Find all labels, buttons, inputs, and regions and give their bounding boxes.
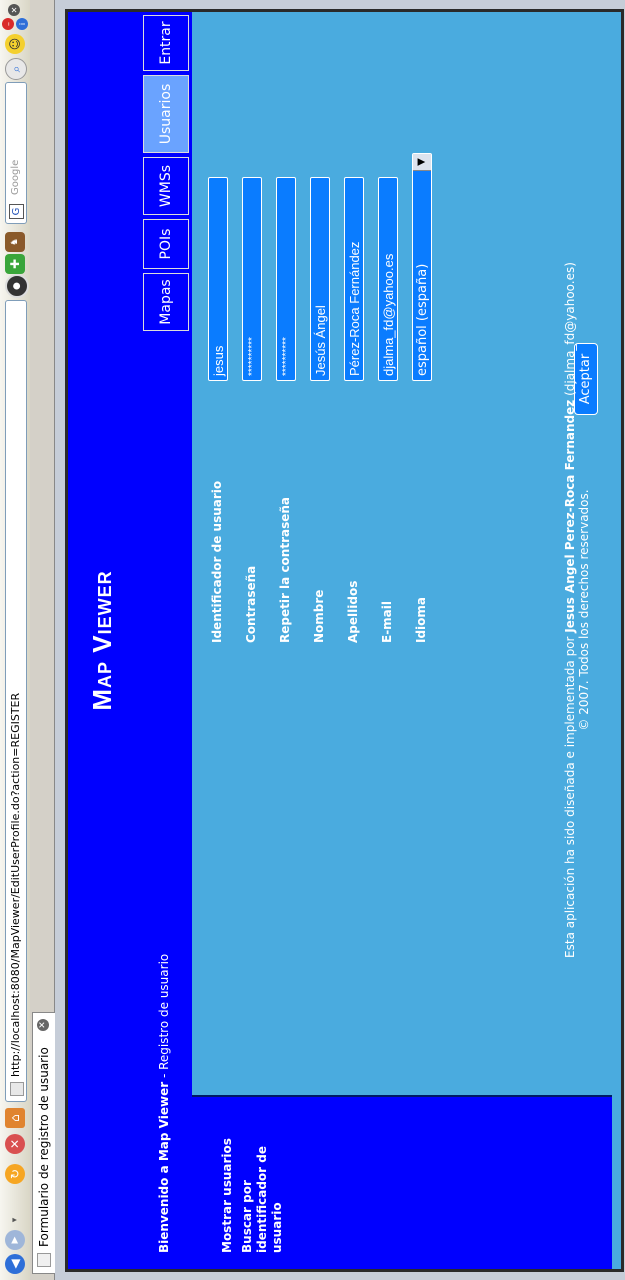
sidebar-item-mostrar-usuarios[interactable]: Mostrar usuarios: [220, 1138, 234, 1253]
addon-puzzle-icon[interactable]: ✚: [5, 254, 25, 274]
stop-red-icon[interactable]: –: [2, 18, 14, 30]
tab-favicon-icon: [37, 1253, 51, 1267]
welcome-bold: Bienvenido a Map Viewer: [157, 1081, 171, 1253]
tab-entrar[interactable]: Entrar: [143, 15, 189, 71]
app-header: Map Viewer: [68, 12, 136, 1269]
welcome-rest: - Registro de usuario: [157, 953, 171, 1082]
search-go-icon[interactable]: ⌕: [5, 58, 27, 80]
footer-line-1: Esta aplicación ha sido diseñada e imple…: [563, 260, 577, 960]
footer-author: Jesus Angel Perez-Roca Fernandez: [563, 399, 577, 633]
tab-wmss[interactable]: WMSs: [143, 157, 189, 215]
footer-suffix: (djalma_fd@yahoo.es): [563, 262, 577, 400]
site-favicon-icon: [10, 1082, 24, 1096]
welcome-text: Bienvenido a Map Viewer - Registro de us…: [136, 954, 192, 1253]
browser-toolbar: ◀ ▶ ▾ ↻ ✕ ⌂ http://localhost:8080/MapVie…: [0, 0, 31, 1280]
stop-icon[interactable]: ✕: [5, 1134, 25, 1154]
label-user-id: Identificador de usuario: [210, 480, 224, 643]
label-repeat-password: Repetir la contraseña: [278, 496, 292, 643]
reload-icon[interactable]: ↻: [5, 1164, 25, 1184]
home-icon[interactable]: ⌂: [5, 1108, 25, 1128]
google-icon: G: [9, 204, 24, 219]
footer-prefix: Esta aplicación ha sido diseñada e imple…: [563, 632, 577, 958]
label-email: E-mail: [380, 600, 394, 643]
page-viewport: Map Viewer Bienvenido a Map Viewer - Reg…: [55, 0, 625, 1280]
chevron-down-icon[interactable]: ▼: [413, 154, 431, 171]
label-first-name: Nombre: [312, 589, 326, 643]
tab-pois[interactable]: POIs: [143, 219, 189, 269]
back-history-icon[interactable]: ▾: [5, 1210, 25, 1230]
user-id-field[interactable]: jesus: [208, 177, 228, 381]
close-window-icon[interactable]: ✕: [8, 4, 20, 16]
tab-usuarios[interactable]: Usuarios: [143, 75, 189, 153]
last-name-field[interactable]: Pérez-Roca Fernández: [344, 177, 364, 381]
language-select[interactable]: español (españa) ▼: [412, 153, 432, 381]
tab-strip: Formulario de registro de usuario ✕: [30, 0, 55, 1280]
password-field[interactable]: **********: [242, 177, 262, 381]
addon-icon[interactable]: ♞: [5, 232, 25, 252]
email-field[interactable]: djalma_fd@yahoo.es: [378, 177, 398, 381]
search-placeholder: Google: [10, 159, 21, 195]
nav-bar: Bienvenido a Map Viewer - Registro de us…: [136, 12, 192, 1269]
url-bar[interactable]: http://localhost:8080/MapViewer/EditUser…: [5, 300, 27, 1102]
tab-title: Formulario de registro de usuario: [37, 1047, 51, 1247]
app-frame: Map Viewer Bienvenido a Map Viewer - Reg…: [65, 9, 624, 1272]
label-language: Idioma: [414, 596, 428, 643]
back-icon[interactable]: ◀: [5, 1254, 25, 1274]
browser-tab[interactable]: Formulario de registro de usuario ✕: [32, 1012, 55, 1274]
search-box[interactable]: G Google: [5, 82, 27, 224]
page-title: Map Viewer: [87, 570, 117, 711]
sidebar: Mostrar usuarios Buscar por identificado…: [192, 1095, 612, 1269]
browser-window: ◀ ▶ ▾ ↻ ✕ ⌂ http://localhost:8080/MapVie…: [0, 0, 625, 1280]
language-select-value: español (españa): [415, 263, 430, 376]
url-text: http://localhost:8080/MapViewer/EditUser…: [9, 692, 22, 1077]
info-icon[interactable]: i: [16, 18, 28, 30]
smiley-icon[interactable]: ☺: [5, 34, 25, 54]
registration-form: Identificador de usuario jesus Contraseñ…: [192, 12, 612, 1095]
tab-mapas[interactable]: Mapas: [143, 273, 189, 331]
sidebar-item-buscar-usuario[interactable]: Buscar por identificador de usuario: [240, 1123, 285, 1253]
label-last-name: Apellidos: [346, 580, 360, 643]
footer-line-2: © 2007. Todos los derechos reservados.: [577, 489, 591, 731]
forward-icon[interactable]: ▶: [5, 1230, 25, 1250]
go-icon[interactable]: ●: [5, 274, 29, 298]
tab-close-icon[interactable]: ✕: [37, 1019, 49, 1031]
label-password: Contraseña: [244, 565, 258, 643]
repeat-password-field[interactable]: **********: [276, 177, 296, 381]
first-name-field[interactable]: Jesús Ángel: [310, 177, 330, 381]
footer-text: Esta aplicación ha sido diseñada e imple…: [563, 260, 591, 960]
